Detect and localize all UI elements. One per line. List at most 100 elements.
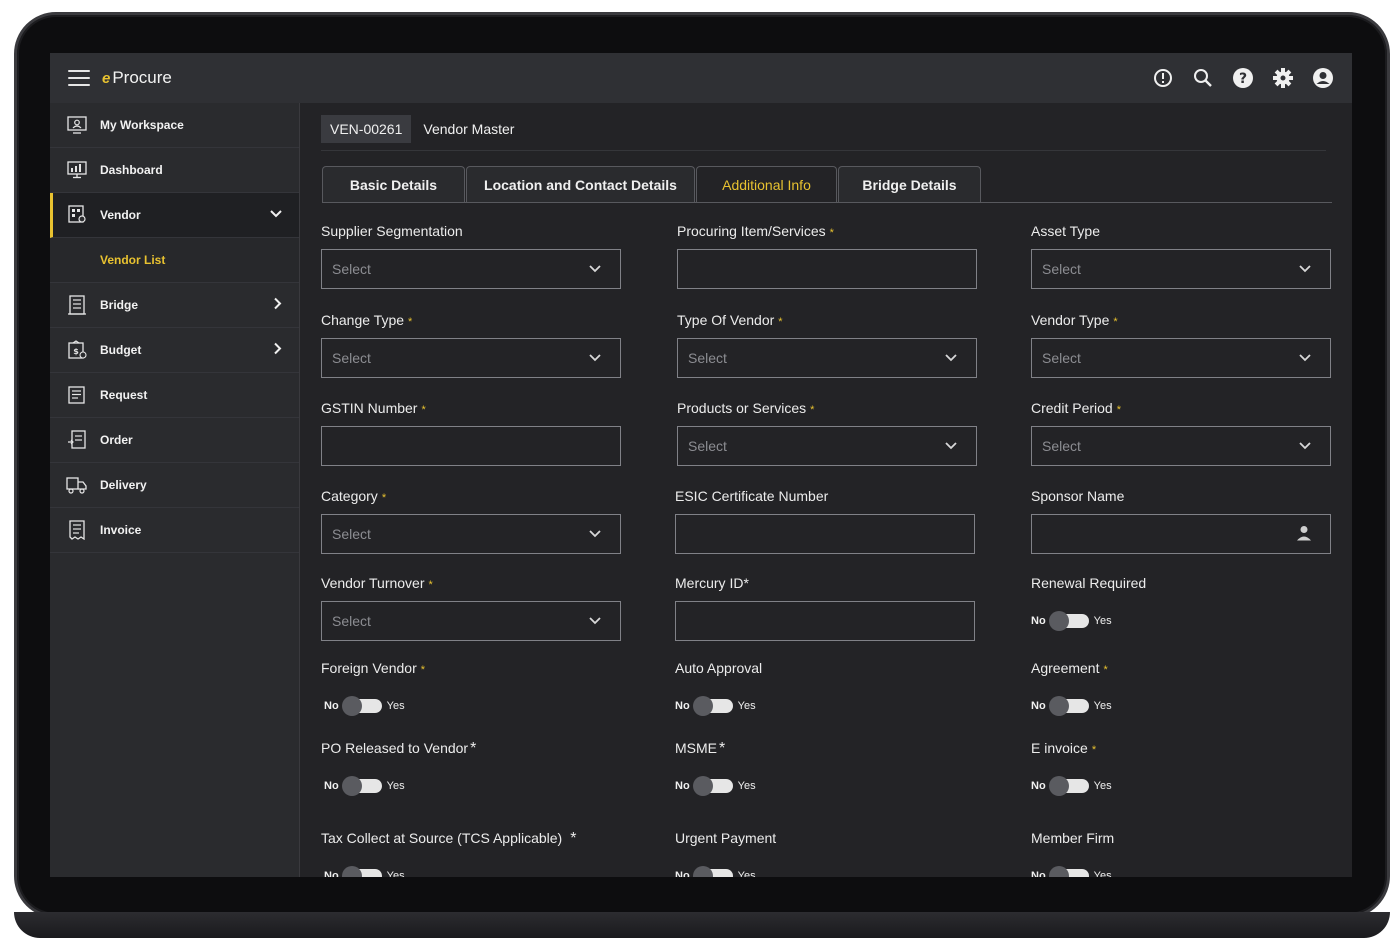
tcs-applicable-toggle[interactable]: No Yes	[324, 866, 405, 877]
toggle-switch[interactable]	[692, 696, 733, 716]
search-icon[interactable]	[1192, 67, 1214, 89]
credit-period-select[interactable]: Select	[1031, 426, 1331, 466]
top-bar: e Procure ?	[50, 53, 1352, 103]
toggle-no-label: No	[675, 780, 690, 792]
toggle-no-label: No	[1031, 870, 1046, 877]
products-or-services-field: Products or Services *	[677, 400, 814, 418]
tab-location-contact[interactable]: Location and Contact Details	[466, 166, 695, 202]
esic-certificate-input[interactable]	[675, 514, 975, 554]
foreign-vendor-toggle[interactable]: No Yes	[324, 696, 405, 716]
asset-type-select[interactable]: Select	[1031, 249, 1331, 289]
person-icon[interactable]	[1296, 525, 1312, 544]
vendor-turnover-select[interactable]: Select	[321, 601, 621, 641]
sidebar-subitem-label: Vendor List	[100, 253, 166, 267]
sidebar-item-order[interactable]: Order	[50, 418, 299, 463]
sidebar-item-label: Bridge	[100, 298, 139, 312]
required-mark: *	[1116, 404, 1121, 416]
tab-additional-info[interactable]: Additional Info	[696, 166, 837, 202]
field-label: Change Type	[321, 312, 405, 328]
auto-approval-field: Auto Approval	[675, 660, 762, 678]
sidebar-item-bridge[interactable]: Bridge	[50, 283, 299, 328]
vendor-type-select[interactable]: Select	[1031, 338, 1331, 378]
toggle-switch[interactable]	[341, 696, 382, 716]
sidebar-item-label: My Workspace	[100, 118, 184, 132]
required-mark: *	[428, 579, 433, 591]
brand[interactable]: e Procure	[102, 68, 172, 88]
sponsor-name-input[interactable]	[1031, 514, 1331, 554]
toggle-yes-label: Yes	[386, 870, 405, 877]
mercury-id-field: Mercury ID*	[675, 575, 749, 593]
tab-bridge-details[interactable]: Bridge Details	[838, 166, 981, 202]
sidebar-item-invoice[interactable]: Invoice	[50, 508, 299, 553]
field-label: Tax Collect at Source (TCS Applicable)	[321, 830, 563, 846]
sidebar-item-budget[interactable]: $ Budget	[50, 328, 299, 373]
workspace-icon	[66, 115, 88, 135]
top-icons: ?	[1152, 67, 1334, 89]
toggle-switch[interactable]	[692, 866, 733, 877]
toggle-switch[interactable]	[692, 776, 733, 796]
gstin-number-input[interactable]	[321, 426, 621, 466]
toggle-switch[interactable]	[1048, 776, 1089, 796]
sidebar-subitem-vendor-list[interactable]: Vendor List	[50, 238, 299, 283]
sidebar-item-label: Invoice	[100, 523, 142, 537]
procuring-item-input[interactable]	[677, 249, 977, 289]
mercury-id-input[interactable]	[675, 601, 975, 641]
alert-icon[interactable]	[1152, 67, 1174, 89]
gear-icon[interactable]	[1272, 67, 1294, 89]
procuring-item-field: Procuring Item/Services *	[677, 223, 834, 241]
required-mark: *	[470, 740, 477, 757]
e-invoice-toggle[interactable]: No Yes	[1031, 776, 1112, 796]
sidebar-item-label: Delivery	[100, 478, 147, 492]
sidebar-item-vendor[interactable]: Vendor	[50, 193, 299, 238]
sponsor-name-field: Sponsor Name	[1031, 488, 1124, 506]
tcs-applicable-field: Tax Collect at Source (TCS Applicable) *	[321, 830, 576, 848]
tab-basic-details[interactable]: Basic Details	[322, 166, 465, 202]
field-label: Member Firm	[1031, 830, 1115, 846]
toggle-yes-label: Yes	[737, 780, 756, 792]
field-label: Urgent Payment	[675, 830, 777, 846]
tab-bar: Basic Details Location and Contact Detai…	[322, 166, 982, 203]
member-firm-toggle[interactable]: No Yes	[1031, 866, 1112, 877]
select-placeholder: Select	[688, 438, 727, 454]
field-label: Sponsor Name	[1031, 488, 1125, 504]
select-placeholder: Select	[332, 613, 371, 629]
toggle-switch[interactable]	[341, 866, 382, 877]
delivery-icon	[66, 475, 88, 495]
field-label: Products or Services	[677, 400, 807, 416]
supplier-segmentation-select[interactable]: Select	[321, 249, 621, 289]
renewal-required-toggle[interactable]: No Yes	[1031, 611, 1112, 631]
toggle-switch[interactable]	[1048, 866, 1089, 877]
sidebar-item-delivery[interactable]: Delivery	[50, 463, 299, 508]
msme-toggle[interactable]: No Yes	[675, 776, 756, 796]
sidebar-item-my-workspace[interactable]: My Workspace	[50, 103, 299, 148]
po-released-toggle[interactable]: No Yes	[324, 776, 405, 796]
help-icon[interactable]: ?	[1232, 67, 1254, 89]
change-type-select[interactable]: Select	[321, 338, 621, 378]
required-mark: *	[829, 227, 834, 239]
member-firm-field: Member Firm	[1031, 830, 1114, 848]
user-account-icon[interactable]	[1312, 67, 1334, 89]
chevron-right-icon[interactable]	[273, 342, 283, 359]
toggle-switch[interactable]	[341, 776, 382, 796]
toggle-switch[interactable]	[1048, 611, 1089, 631]
sidebar-item-dashboard[interactable]: Dashboard	[50, 148, 299, 193]
select-placeholder: Select	[332, 261, 371, 277]
category-select[interactable]: Select	[321, 514, 621, 554]
products-or-services-select[interactable]: Select	[677, 426, 977, 466]
menu-icon[interactable]	[68, 70, 90, 86]
toggle-yes-label: Yes	[386, 780, 405, 792]
chevron-down-icon[interactable]	[269, 208, 283, 222]
urgent-payment-toggle[interactable]: No Yes	[675, 866, 756, 877]
renewal-required-field: Renewal Required	[1031, 575, 1146, 593]
asset-type-field: Asset Type	[1031, 223, 1100, 241]
auto-approval-toggle[interactable]: No Yes	[675, 696, 756, 716]
sidebar-item-request[interactable]: Request	[50, 373, 299, 418]
chevron-right-icon[interactable]	[273, 297, 283, 314]
main-content: VEN-00261 Vendor Master Basic Details Lo…	[301, 103, 1352, 877]
toggle-switch[interactable]	[1048, 696, 1089, 716]
toggle-no-label: No	[675, 870, 690, 877]
esic-certificate-field: ESIC Certificate Number	[675, 488, 828, 506]
agreement-toggle[interactable]: No Yes	[1031, 696, 1112, 716]
type-of-vendor-select[interactable]: Select	[677, 338, 977, 378]
page-title: Vendor Master	[423, 121, 515, 137]
